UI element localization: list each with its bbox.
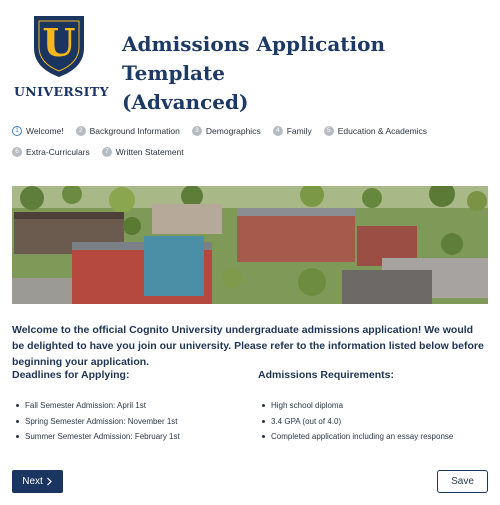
logo-letter: U (42, 20, 75, 65)
progress-steps: 1 Welcome! 2 Background Information 3 De… (12, 125, 492, 158)
step-number: 1 (12, 126, 22, 136)
step-number: 5 (323, 126, 334, 136)
step-label: Written Statement (115, 147, 184, 157)
shield-icon: U (34, 16, 84, 77)
step-label: Welcome! (26, 126, 64, 136)
page-title-line2: (Advanced) (122, 90, 249, 114)
step-number: 4 (272, 126, 283, 136)
campus-hero-image (12, 186, 488, 304)
step-welcome[interactable]: 1 Welcome! (12, 125, 64, 137)
list-item: 3.4 GPA (out of 4.0) (258, 416, 488, 432)
step-number: 7 (101, 147, 112, 157)
next-button[interactable]: Next (12, 470, 63, 493)
list-item: Completed application including an essay… (258, 431, 488, 447)
step-label: Family (286, 126, 312, 136)
next-button-label: Next (22, 476, 43, 487)
chevron-right-icon (46, 477, 52, 486)
step-label: Education & Academics (337, 126, 428, 136)
list-item: Fall Semester Admission: April 1st (12, 400, 242, 416)
page-title-line1: Admissions Application Template (122, 32, 386, 85)
step-family[interactable]: 4 Family (272, 125, 312, 137)
requirements-list: High school diploma 3.4 GPA (out of 4.0)… (258, 400, 488, 447)
step-number: 3 (191, 126, 202, 136)
deadlines-heading: Deadlines for Applying: (12, 369, 130, 381)
list-item: Spring Semester Admission: November 1st (12, 416, 242, 432)
step-number: 2 (75, 126, 86, 136)
requirements-heading: Admissions Requirements: (258, 369, 394, 381)
step-label: Demographics (205, 126, 261, 136)
campus-aerial-photo-icon (12, 186, 488, 304)
step-written-statement[interactable]: 7 Written Statement (101, 146, 184, 158)
step-label: Extra-Curriculars (26, 147, 90, 157)
step-number: 6 (12, 147, 22, 157)
logo-wordmark: UNIVERSITY (14, 84, 109, 99)
save-button[interactable]: Save (437, 470, 488, 493)
list-item: Summer Semester Admission: February 1st (12, 431, 242, 447)
page-title: Admissions Application Template (Advance… (122, 30, 482, 117)
page-header: U UNIVERSITY Admissions Application Temp… (0, 0, 500, 114)
step-extra-curriculars[interactable]: 6 Extra-Curriculars (12, 146, 90, 158)
list-item: High school diploma (258, 400, 488, 416)
step-demographics[interactable]: 3 Demographics (191, 125, 261, 137)
university-logo: U UNIVERSITY (14, 14, 109, 100)
step-background-information[interactable]: 2 Background Information (75, 125, 180, 137)
requirements-section: Admissions Requirements: High school dip… (258, 369, 488, 447)
step-label: Background Information (89, 126, 180, 136)
intro-text: Welcome to the official Cognito Universi… (12, 324, 484, 368)
deadlines-section: Deadlines for Applying: Fall Semester Ad… (12, 369, 242, 447)
step-education-academics[interactable]: 5 Education & Academics (323, 125, 428, 137)
deadlines-list: Fall Semester Admission: April 1st Sprin… (12, 400, 242, 447)
